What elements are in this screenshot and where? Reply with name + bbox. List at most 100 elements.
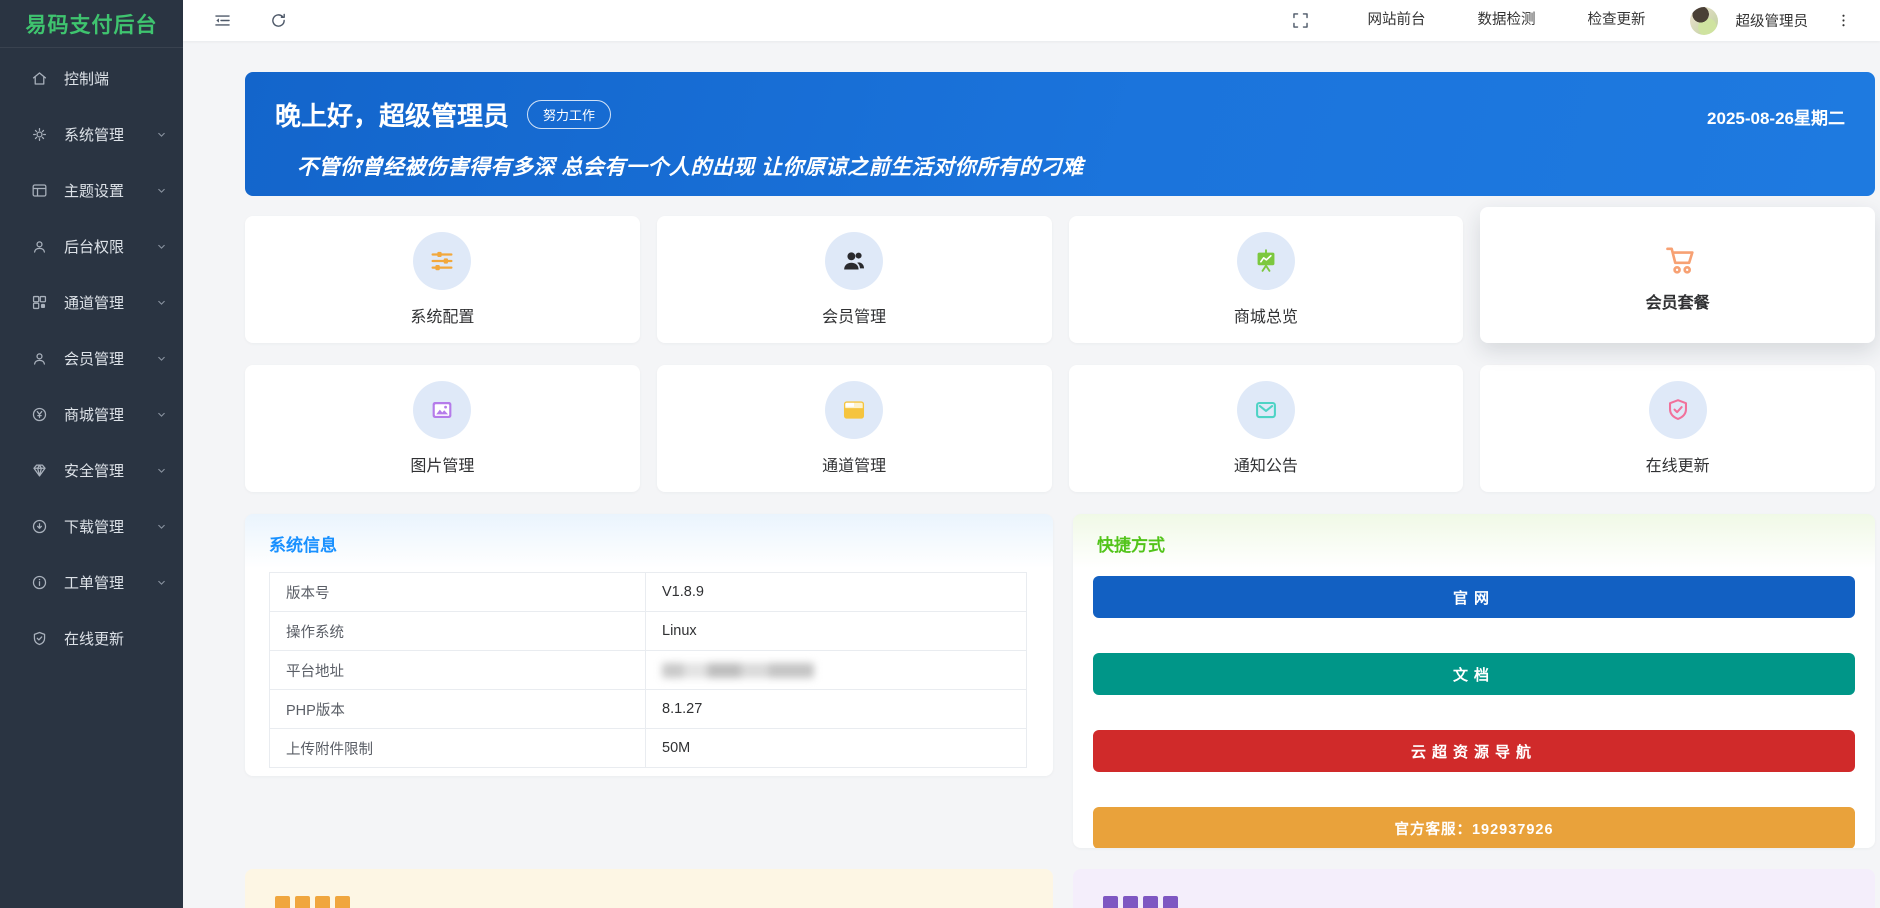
clipped-panel-left [245,869,1053,908]
info-value: 50M [646,729,1027,768]
topbar-right: 网站前台 数据检测 检查更新 超级管理员 [1284,0,1861,41]
shortcut-cards: 系统配置 会员管理 商城总览 [245,216,1875,492]
card-label: 会员套餐 [1646,289,1710,313]
chevron-down-icon [156,353,167,364]
card-label: 会员管理 [822,303,886,327]
card-label: 通知公告 [1234,452,1298,476]
topbar: 网站前台 数据检测 检查更新 超级管理员 [183,0,1880,41]
sidebar-item-console[interactable]: 控制端 [0,50,183,106]
sidebar: 易码支付后台 控制端 系统管理 主题设置 [0,0,183,908]
card-member-manage[interactable]: 会员管理 [657,216,1052,343]
chevron-down-icon [156,409,167,420]
banner-date: 2025-08-26星期二 [1707,100,1845,129]
clipped-panel-right [1073,869,1875,908]
user-icon [30,237,49,256]
username[interactable]: 超级管理员 [1736,10,1809,31]
sidebar-item-mall[interactable]: 商城管理 [0,386,183,442]
banner-quote: 不管你曾经被伤害得有多深 总会有一个人的出现 让你原谅之前生活对你所有的刁难 [245,133,1875,181]
shield-check-icon [1649,381,1707,439]
card-mall-overview[interactable]: 商城总览 [1069,216,1464,343]
card-channel-manage[interactable]: 通道管理 [657,365,1052,492]
sidebar-item-workorder[interactable]: 工单管理 [0,554,183,610]
sidebar-item-system[interactable]: 系统管理 [0,106,183,162]
fullscreen-icon[interactable] [1284,4,1318,38]
sidebar-item-label: 系统管理 [64,124,124,145]
card-image-manage[interactable]: 图片管理 [245,365,640,492]
gem-icon [30,461,49,480]
card-online-update[interactable]: 在线更新 [1480,365,1875,492]
system-info-panel: 系统信息 版本号 V1.8.9 操作系统 Linux [245,514,1053,776]
card-label: 系统配置 [410,303,474,327]
image-icon [413,381,471,439]
info-label: 平台地址 [270,651,646,690]
layout-icon [30,181,49,200]
chevron-down-icon [156,521,167,532]
info-value-masked [646,651,1027,690]
presentation-icon [1237,232,1295,290]
sidebar-item-members[interactable]: 会员管理 [0,330,183,386]
card-notice[interactable]: 通知公告 [1069,365,1464,492]
sidebar-item-label: 下载管理 [64,516,124,537]
table-row: 平台地址 [270,651,1027,690]
sidebar-item-online-update[interactable]: 在线更新 [0,610,183,666]
sidebar-item-label: 安全管理 [64,460,124,481]
clipped-section-title [1103,896,1178,908]
sidebar-item-channel[interactable]: 通道管理 [0,274,183,330]
blurred-address [662,663,814,678]
official-site-button[interactable]: 官网 [1093,576,1855,618]
home-icon [30,69,49,88]
app-root: 易码支付后台 控制端 系统管理 主题设置 [0,0,1880,908]
card-member-package[interactable]: 会员套餐 [1480,207,1875,343]
table-row: 操作系统 Linux [270,612,1027,651]
users-icon [825,232,883,290]
info-value: 8.1.27 [646,690,1027,729]
info-label: 版本号 [270,573,646,612]
sidebar-item-label: 在线更新 [64,628,124,649]
card-label: 图片管理 [410,452,474,476]
sidebar-item-label: 工单管理 [64,572,124,593]
docs-button[interactable]: 文档 [1093,653,1855,695]
clipped-section-title [275,896,350,908]
main-area: 网站前台 数据检测 检查更新 超级管理员 晚上好，超级管理员 努力工作 2025… [183,0,1880,908]
info-label: PHP版本 [270,690,646,729]
info-panels: 系统信息 版本号 V1.8.9 操作系统 Linux [245,514,1875,848]
customer-service-button[interactable]: 官方客服：192937926 [1093,807,1855,848]
bottom-row [245,869,1875,908]
info-value: Linux [646,612,1027,651]
refresh-icon[interactable] [261,4,295,38]
sidebar-item-label: 会员管理 [64,348,124,369]
sidebar-item-admin-auth[interactable]: 后台权限 [0,218,183,274]
sidebar-item-theme[interactable]: 主题设置 [0,162,183,218]
card-label: 商城总览 [1234,303,1298,327]
avatar[interactable] [1690,7,1718,35]
card-label: 通道管理 [822,452,886,476]
info-label: 上传附件限制 [270,729,646,768]
more-menu-icon[interactable] [1826,4,1860,38]
topbar-link-data-check[interactable]: 数据检测 [1456,0,1558,41]
welcome-banner: 晚上好，超级管理员 努力工作 2025-08-26星期二 不管你曾经被伤害得有多… [245,72,1875,196]
topbar-link-site-front[interactable]: 网站前台 [1346,0,1448,41]
download-circle-icon [30,517,49,536]
sidebar-item-security[interactable]: 安全管理 [0,442,183,498]
system-info-title: 系统信息 [245,514,1053,568]
quick-link-buttons: 官网 文档 云超资源导航 官方客服：192937926 [1073,568,1875,848]
topbar-link-check-update[interactable]: 检查更新 [1566,0,1668,41]
chevron-down-icon [156,465,167,476]
yen-circle-icon [30,405,49,424]
sidebar-item-label: 控制端 [64,68,109,89]
browser-icon [825,381,883,439]
table-row: PHP版本 8.1.27 [270,690,1027,729]
work-badge: 努力工作 [527,100,611,129]
quick-links-title: 快捷方式 [1073,514,1875,568]
card-system-config[interactable]: 系统配置 [245,216,640,343]
quick-links-panel: 快捷方式 官网 文档 云超资源导航 官方客服：192937926 [1073,514,1875,848]
sidebar-nav: 控制端 系统管理 主题设置 后台权限 [0,48,183,666]
info-label: 操作系统 [270,612,646,651]
greeting-text: 晚上好，超级管理员 [275,96,509,133]
resource-nav-button[interactable]: 云超资源导航 [1093,730,1855,772]
chevron-down-icon [156,129,167,140]
sidebar-item-download[interactable]: 下载管理 [0,498,183,554]
table-row: 上传附件限制 50M [270,729,1027,768]
sidebar-item-label: 后台权限 [64,236,124,257]
collapse-menu-icon[interactable] [205,4,239,38]
